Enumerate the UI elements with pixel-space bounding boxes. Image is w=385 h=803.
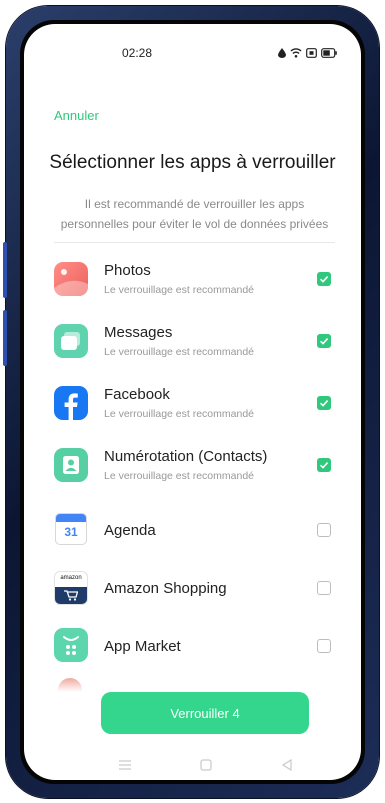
app-row-amazon[interactable]: amazon Amazon Shopping [24,562,361,618]
check-icon [319,462,329,469]
calendar-day: 31 [64,525,78,539]
app-row-messages[interactable]: Messages Le verrouillage est recommandé [24,316,361,376]
menu-icon[interactable] [116,756,134,774]
app-row-agenda[interactable]: 31 Agenda [24,504,361,560]
check-icon [319,400,329,407]
app-subtitle: Le verrouillage est recommandé [104,408,254,420]
wifi-icon [290,45,302,63]
app-market-icon [54,628,88,662]
sim-icon [306,45,317,63]
app-name: Photos [104,262,151,279]
home-icon[interactable] [197,756,215,774]
messages-icon [54,324,88,358]
app-row-contacts[interactable]: Numérotation (Contacts) Le verrouillage … [24,440,361,500]
screen: 02:28 Annuler Sélectionner les apps à ve… [24,24,361,780]
phone-frame: 02:28 Annuler Sélectionner les apps à ve… [3,6,379,798]
divider [54,242,335,243]
app-subtitle: Le verrouillage est recommandé [104,284,254,296]
amazon-wordmark: amazon [60,575,82,581]
amazon-icon: amazon [55,572,87,604]
page-subtitle: Il est recommandé de verrouiller les app… [60,197,329,231]
app-checkbox[interactable] [317,581,331,595]
app-row-facebook[interactable]: Facebook Le verrouillage est recommandé [24,378,361,438]
photos-icon [54,262,88,296]
app-checkbox[interactable] [317,334,331,348]
app-checkbox[interactable] [317,523,331,537]
facebook-icon [54,386,88,420]
app-name: Numérotation (Contacts) [104,448,268,465]
app-checkbox[interactable] [317,639,331,653]
lock-apps-button[interactable]: Verrouiller 4 [101,692,309,734]
water-drop-icon [278,45,286,63]
status-time: 02:28 [122,46,153,60]
battery-icon [321,45,337,63]
page-title: Sélectionner les apps à verrouiller [49,152,336,173]
app-checkbox[interactable] [317,272,331,286]
status-bar: 02:28 [24,24,361,64]
contacts-icon [54,448,88,482]
app-subtitle: Le verrouillage est recommandé [104,470,254,482]
app-name: App Market [104,638,181,655]
app-checkbox[interactable] [317,396,331,410]
app-name: Amazon Shopping [104,580,227,597]
cart-icon [64,590,78,601]
app-name: Facebook [104,386,170,403]
app-name: Messages [104,324,173,341]
app-checkbox[interactable] [317,458,331,472]
cancel-button[interactable]: Annuler [54,108,99,123]
app-subtitle: Le verrouillage est recommandé [104,346,254,358]
back-icon[interactable] [278,756,296,774]
check-icon [319,276,329,283]
check-icon [319,338,329,345]
navigation-bar [24,756,361,776]
calendar-icon: 31 [56,514,86,544]
app-name: Agenda [104,522,156,539]
app-row-photos[interactable]: Photos Le verrouillage est recommandé [24,254,361,314]
status-icons [278,45,337,63]
volume-down-button [3,310,7,366]
volume-up-button [3,242,7,298]
